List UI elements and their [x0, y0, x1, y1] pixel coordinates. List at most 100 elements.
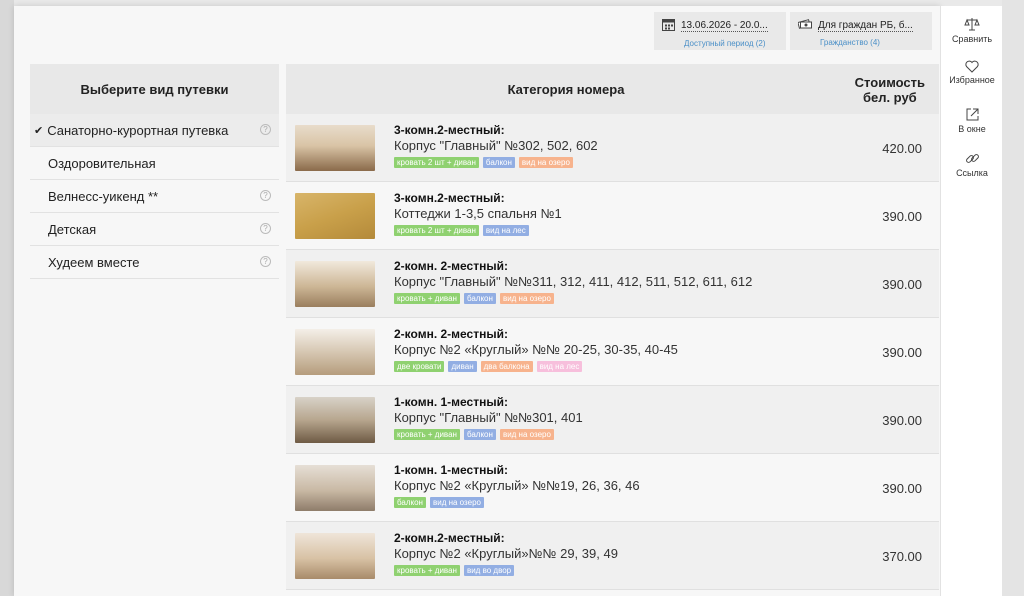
room-photo[interactable] — [295, 329, 375, 375]
room-tag: вид на лес — [482, 225, 529, 236]
room-tag: вид во двор — [463, 565, 515, 576]
voucher-type-label: Оздоровительная — [48, 155, 156, 171]
voucher-type-sanatorium[interactable]: ✔ Санаторно-курортная путевка ? — [30, 114, 279, 147]
room-tag: кровать + диван — [394, 293, 460, 304]
calendar-icon — [662, 18, 675, 34]
room-photo[interactable] — [295, 533, 375, 579]
room-tags: кровать + диван балкон вид на озеро — [394, 293, 752, 304]
room-photo[interactable] — [295, 261, 375, 307]
room-price: 390.00 — [882, 277, 922, 292]
action-sidebar: Сравнить Избранное В окне Ссылка — [940, 6, 1002, 596]
compare-button[interactable]: Сравнить — [941, 16, 1003, 44]
voucher-type-weight-loss[interactable]: Худеем вместе ? — [30, 246, 279, 279]
compare-label: Сравнить — [951, 34, 993, 44]
open-window-button[interactable]: В окне — [941, 107, 1003, 134]
room-row[interactable]: 3-комн.2-местный: Корпус "Главный" №302, … — [286, 114, 939, 182]
room-building: Корпус №2 «Круглый» №№19, 26, 36, 46 — [394, 478, 640, 493]
room-tags: кровать + диван балкон вид на озеро — [394, 429, 583, 440]
scales-icon — [941, 16, 1003, 32]
booking-panel: 13.06.2026 - 20.0... Доступный период (2… — [14, 6, 940, 596]
room-building: Коттеджи 1-3,5 спальня №1 — [394, 206, 562, 221]
room-tag: вид на озеро — [499, 293, 554, 304]
voucher-type-label: Детская — [48, 221, 97, 237]
help-icon[interactable]: ? — [260, 256, 271, 267]
column-category: Категория номера — [507, 81, 625, 97]
help-icon[interactable]: ? — [260, 124, 271, 135]
room-tags: балкон вид на озеро — [394, 497, 640, 508]
room-building: Корпус №2 «Круглый» №№ 20-25, 30-35, 40-… — [394, 342, 678, 357]
room-building: Корпус "Главный" №302, 502, 602 — [394, 138, 598, 153]
check-icon: ✔ — [34, 124, 44, 137]
date-filter[interactable]: 13.06.2026 - 20.0... Доступный период (2… — [654, 12, 786, 50]
room-row[interactable]: 1-комн. 1-местный: Корпус №2 «Круглый» №№… — [286, 454, 939, 522]
voucher-type-label: Санаторно-курортная путевка — [47, 122, 229, 138]
help-icon[interactable]: ? — [260, 223, 271, 234]
voucher-type-health[interactable]: Оздоровительная — [30, 147, 279, 180]
room-price: 390.00 — [882, 345, 922, 360]
room-category-name: 2-комн. 2-местный: — [394, 327, 508, 341]
link-icon — [941, 151, 1003, 166]
external-link-icon — [941, 107, 1003, 122]
room-tag: кровать + диван — [394, 429, 460, 440]
room-row[interactable]: 3-комн.2-местный: Коттеджи 1-3,5 спальня … — [286, 182, 939, 250]
room-tag: балкон — [394, 497, 426, 508]
citizenship-filter-value: Для граждан РБ, б... — [818, 19, 913, 32]
rooms-table-body: 3-комн.2-местный: Корпус "Главный" №302, … — [286, 114, 939, 590]
column-price: Стоимость бел. руб — [855, 75, 925, 105]
heart-icon — [941, 60, 1003, 73]
room-row[interactable]: 2-комн. 2-местный: Корпус "Главный" №№311… — [286, 250, 939, 318]
room-tag: вид на озеро — [429, 497, 484, 508]
room-photo[interactable] — [295, 397, 375, 443]
help-icon[interactable]: ? — [260, 190, 271, 201]
room-tag: два балкона — [480, 361, 533, 372]
voucher-type-list: ✔ Санаторно-курортная путевка ? Оздорови… — [30, 114, 279, 279]
room-category-name: 2-комн.2-местный: — [394, 531, 505, 545]
room-info: 1-комн. 1-местный: Корпус №2 «Круглый» №№… — [394, 463, 640, 508]
voucher-type-children[interactable]: Детская ? — [30, 213, 279, 246]
citizenship-filter[interactable]: Для граждан РБ, б... Гражданство (4) — [790, 12, 932, 50]
favorites-label: Избранное — [949, 75, 995, 85]
room-info: 2-комн. 2-местный: Корпус №2 «Круглый» №№… — [394, 327, 678, 372]
room-price: 390.00 — [882, 413, 922, 428]
window-label: В окне — [958, 124, 986, 134]
background-strip-left — [0, 0, 14, 596]
copy-link-button[interactable]: Ссылка — [941, 151, 1003, 178]
room-info: 2-комн.2-местный: Корпус №2 «Круглый»№№ 2… — [394, 531, 618, 576]
background-strip-right — [1002, 0, 1024, 596]
voucher-type-title: Выберите вид путевки — [30, 64, 279, 114]
room-tag: вид на озеро — [499, 429, 554, 440]
room-tag: балкон — [463, 293, 496, 304]
room-price: 420.00 — [882, 141, 922, 156]
room-category-name: 1-комн. 1-местный: — [394, 395, 508, 409]
room-photo[interactable] — [295, 125, 375, 171]
rooms-table-header: Категория номера Стоимость бел. руб — [286, 64, 939, 114]
room-building: Корпус "Главный" №№311, 312, 411, 412, 5… — [394, 274, 753, 289]
room-category-name: 2-комн. 2-местный: — [394, 259, 508, 273]
room-tag: вид на лес — [536, 361, 583, 372]
column-price-line2: бел. руб — [862, 90, 917, 105]
room-row[interactable]: 2-комн.2-местный: Корпус №2 «Круглый»№№ 2… — [286, 522, 939, 590]
room-photo[interactable] — [295, 193, 375, 239]
room-tag: диван — [448, 361, 477, 372]
room-tag: кровать + диван — [394, 565, 460, 576]
room-tags: две кровати диван два балкона вид на лес — [394, 361, 678, 372]
room-tag: вид на озеро — [518, 157, 573, 168]
room-price: 370.00 — [882, 549, 922, 564]
room-row[interactable]: 1-комн. 1-местный: Корпус "Главный" №№301… — [286, 386, 939, 454]
room-photo[interactable] — [295, 465, 375, 511]
room-tag: две кровати — [394, 361, 445, 372]
room-building: Корпус "Главный" №№301, 401 — [394, 410, 583, 425]
favorites-button[interactable]: Избранное — [941, 60, 1003, 85]
room-info: 3-комн.2-местный: Коттеджи 1-3,5 спальня … — [394, 191, 562, 236]
room-category-name: 3-комн.2-местный: — [394, 123, 505, 137]
voucher-type-label: Велнесс-уикенд ** — [48, 188, 159, 204]
room-info: 3-комн.2-местный: Корпус "Главный" №302, … — [394, 123, 598, 168]
room-tags: кровать + диван вид во двор — [394, 565, 618, 576]
room-price: 390.00 — [882, 481, 922, 496]
voucher-type-wellness[interactable]: Велнесс-уикенд ** ? — [30, 180, 279, 213]
room-building: Корпус №2 «Круглый»№№ 29, 39, 49 — [394, 546, 618, 561]
room-row[interactable]: 2-комн. 2-местный: Корпус №2 «Круглый» №№… — [286, 318, 939, 386]
room-category-name: 1-комн. 1-местный: — [394, 463, 508, 477]
date-filter-label: Доступный период (2) — [684, 39, 766, 48]
citizenship-filter-label: Гражданство (4) — [820, 38, 880, 47]
